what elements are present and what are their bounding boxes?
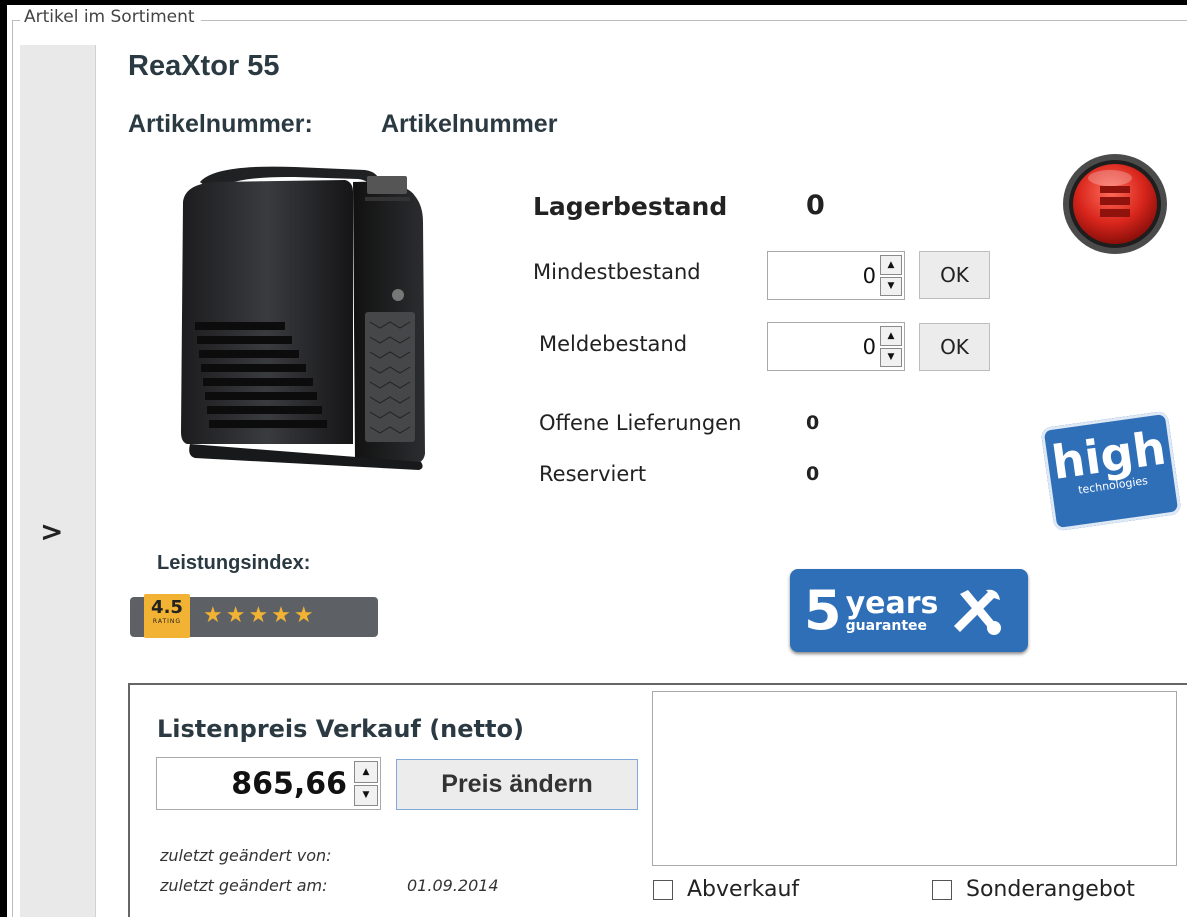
rating-caption: RATING [152,618,182,625]
rating-score-box: 4.5 RATING [144,594,190,638]
reserviert-label: Reserviert [539,462,647,486]
badge-years-word: years [845,585,939,621]
window-border-top [7,0,1187,5]
price-heading: Listenpreis Verkauf (netto) [157,715,524,743]
badge-years-subtext: guarantee [845,617,928,634]
changed-by-label: zuletzt geändert von: [160,846,332,865]
tools-icon [954,589,1002,635]
mindestbestand-ok-button[interactable]: OK [919,251,990,299]
mindestbestand-value: 0 [862,263,876,288]
stepper-up-icon[interactable]: ▲ [880,326,902,346]
product-image [181,166,425,470]
stepper-down-icon[interactable]: ▼ [880,347,902,367]
sonderangebot-checkbox[interactable]: Sonderangebot [932,877,1135,902]
abverkauf-label: Abverkauf [687,877,800,902]
price-stepper[interactable]: 865,66 ▲ ▼ [156,757,381,810]
changed-at-value: 01.09.2014 [407,876,499,895]
reserviert-value: 0 [806,463,820,485]
window-border-left [0,0,7,917]
five-years-guarantee-badge: 5 years guarantee [790,569,1028,652]
stepper-up-icon[interactable]: ▲ [880,255,902,275]
sonderangebot-label: Sonderangebot [966,877,1135,902]
badge-years-number: 5 [804,579,842,642]
meldebestand-label: Meldebestand [539,332,688,356]
fieldset-legend: Artikel im Sortiment [20,7,201,27]
changed-at-label: zuletzt geändert am: [160,876,328,895]
notes-textarea[interactable] [652,691,1177,866]
stepper-up-icon[interactable]: ▲ [354,761,378,783]
meldebestand-stepper[interactable]: 0 ▲ ▼ [767,322,905,371]
fieldset-border-left [12,20,13,917]
stock-status-indicator [1063,154,1167,254]
price-value: 865,66 [231,766,347,801]
stepper-down-icon[interactable]: ▼ [354,784,378,806]
meldebestand-ok-button[interactable]: OK [919,323,990,371]
mindestbestand-label: Mindestbestand [533,260,701,284]
checkbox-box[interactable] [653,879,673,900]
article-title: ReaXtor 55 [128,50,280,82]
high-technologies-badge: high technologies [1040,410,1182,532]
stack-icon [1100,186,1130,217]
lagerbestand-value: 0 [806,190,825,221]
rating-stars-icon: ★★★★★ [203,603,317,628]
offene-lieferungen-label: Offene Lieferungen [539,411,742,435]
sidebar-collapse-bar[interactable] [20,45,96,917]
checkbox-box[interactable] [932,879,952,900]
meldebestand-value: 0 [862,334,876,359]
stepper-down-icon[interactable]: ▼ [880,276,902,296]
change-price-button[interactable]: Preis ändern [396,759,638,810]
rating-score: 4.5 [151,597,183,618]
article-number-value: Artikelnummer [381,110,558,138]
abverkauf-checkbox[interactable]: Abverkauf [653,877,799,902]
leistungsindex-label: Leistungsindex: [157,552,311,574]
mindestbestand-stepper[interactable]: 0 ▲ ▼ [767,251,905,300]
article-number-label: Artikelnummer: [128,110,313,138]
lagerbestand-label: Lagerbestand [533,192,728,221]
expand-arrow-icon[interactable]: > [40,515,63,548]
offene-lieferungen-value: 0 [806,412,820,434]
